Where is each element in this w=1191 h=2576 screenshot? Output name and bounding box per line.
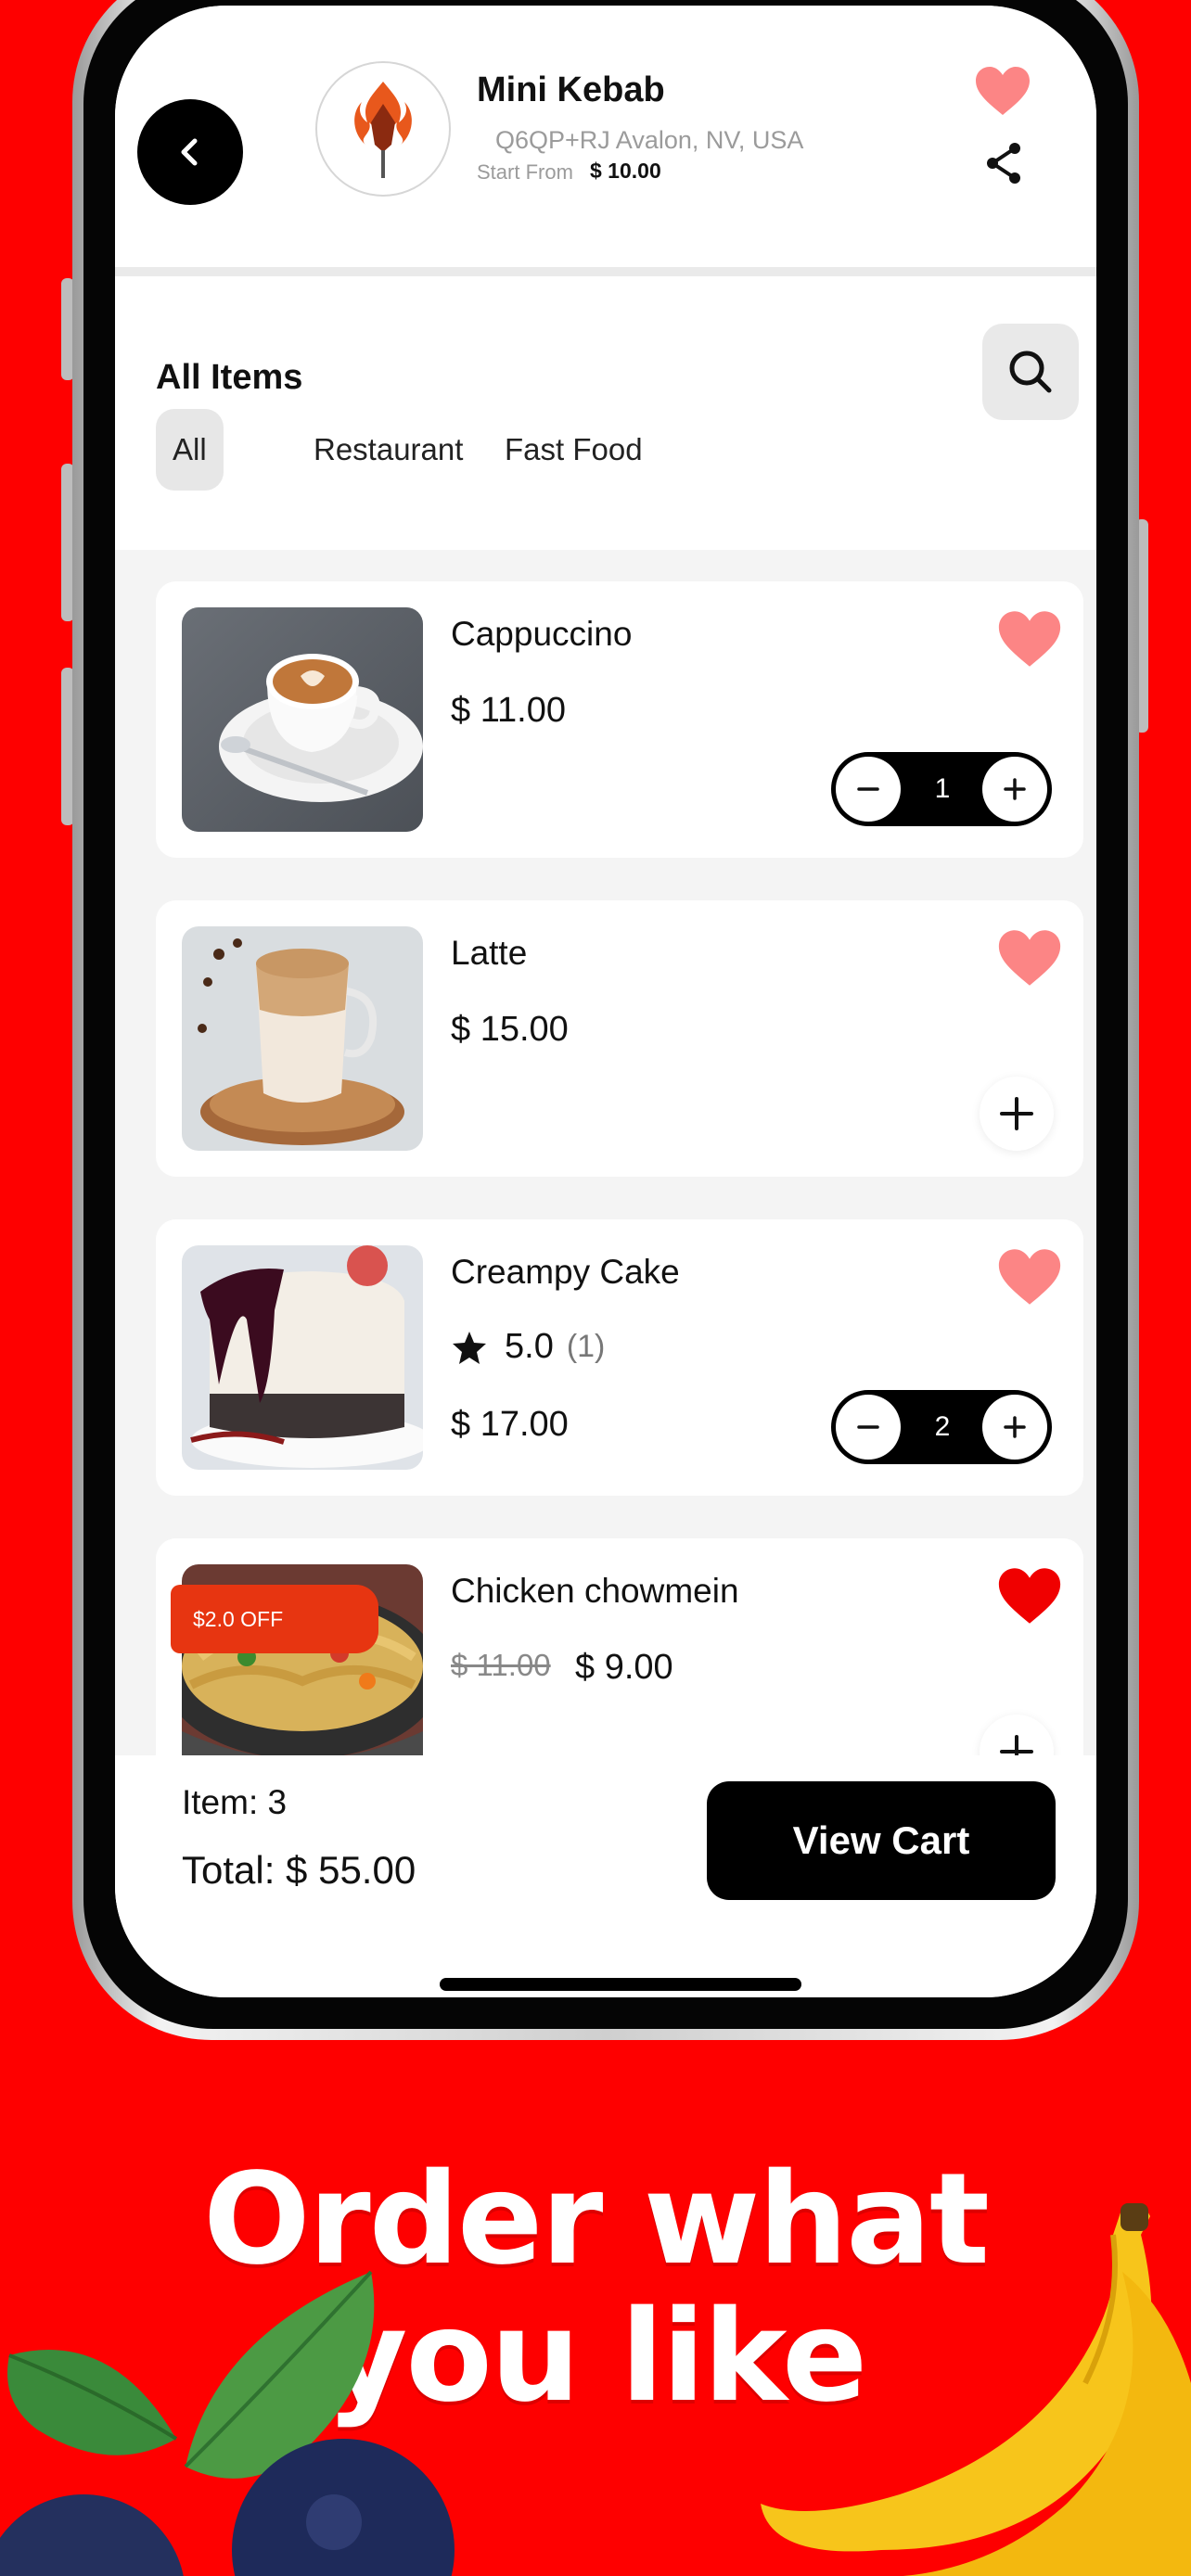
favorite-button[interactable]: [996, 1566, 1063, 1630]
category-chip-restaurant[interactable]: Restaurant: [297, 409, 480, 491]
phone-frame: Mini Kebab Q6QP+RJ Avalon, NV, USA Start…: [72, 0, 1139, 2040]
heart-icon: [998, 930, 1061, 986]
store-logo: [315, 61, 451, 197]
view-cart-button[interactable]: View Cart: [707, 1781, 1056, 1900]
favorite-button[interactable]: [996, 928, 1063, 992]
favorite-button[interactable]: [996, 609, 1063, 673]
store-address: Q6QP+RJ Avalon, NV, USA: [495, 126, 804, 154]
favorite-button[interactable]: [996, 1247, 1063, 1311]
quantity-stepper[interactable]: 1: [831, 752, 1052, 826]
section-title: All Items: [156, 358, 303, 397]
heart-icon: [998, 611, 1061, 667]
category-chip-fast-food[interactable]: Fast Food: [488, 409, 660, 491]
heart-filled-icon: [998, 1568, 1061, 1624]
kebab-logo-icon: [354, 82, 412, 178]
start-from-price: $ 10.00: [590, 159, 661, 183]
rating-count: (1): [566, 1329, 606, 1364]
product-price: $ 11.00: [451, 691, 566, 730]
cart-summary-bar: Item: 3 Total: $ 55.00 View Cart: [115, 1755, 1096, 1997]
discount-badge: $2.0 OFF: [171, 1585, 378, 1653]
search-button[interactable]: [982, 324, 1079, 420]
home-indicator[interactable]: [440, 1978, 801, 1991]
heart-icon: [998, 1249, 1061, 1305]
plus-icon: [1004, 778, 1026, 800]
plus-icon: [1000, 1097, 1033, 1130]
increment-button[interactable]: [982, 757, 1047, 822]
product-card[interactable]: $2.0 OFF Chicken chowmein $ 11.00 $ 9.00: [156, 1538, 1083, 1755]
product-image-latte: [182, 926, 423, 1151]
product-list[interactable]: Cappuccino $ 11.00 1 Latte $ 15.00 Cream…: [115, 550, 1096, 1755]
product-price: $ 17.00: [451, 1405, 569, 1444]
items-section-header: All Items All Restaurant Fast Food: [115, 276, 1096, 550]
product-card[interactable]: Creampy Cake 5.0 (1) $ 17.00 2: [156, 1219, 1083, 1496]
minus-icon: [857, 787, 879, 791]
promo-background: Mini Kebab Q6QP+RJ Avalon, NV, USA Start…: [0, 0, 1191, 2576]
product-image-creampy-cake: [182, 1245, 423, 1470]
start-from-label: Start From: [477, 160, 573, 184]
back-button[interactable]: [137, 99, 243, 205]
star-icon: [453, 1331, 486, 1364]
phone-bezel: Mini Kebab Q6QP+RJ Avalon, NV, USA Start…: [83, 0, 1128, 2029]
product-card[interactable]: Latte $ 15.00: [156, 900, 1083, 1177]
product-name: Latte: [451, 934, 528, 972]
quantity-stepper[interactable]: 2: [831, 1390, 1052, 1464]
plus-icon: [1004, 1416, 1026, 1438]
share-icon: [987, 143, 1020, 184]
header-divider: [115, 267, 1096, 276]
quantity-value: 2: [934, 1411, 951, 1442]
increment-button[interactable]: [982, 1395, 1047, 1460]
quantity-value: 1: [934, 773, 951, 804]
share-button[interactable]: [983, 141, 1024, 190]
product-image-cappuccino: [182, 607, 423, 832]
product-price: $ 15.00: [451, 1010, 569, 1049]
minus-icon: [857, 1425, 879, 1429]
cart-total: Total: $ 55.00: [182, 1848, 416, 1892]
banana-illustration: [761, 2203, 1191, 2576]
plus-icon: [1000, 1735, 1033, 1755]
add-to-cart-button[interactable]: [980, 1077, 1054, 1151]
decrement-button[interactable]: [836, 1395, 901, 1460]
product-name: Creampy Cake: [451, 1253, 680, 1291]
add-to-cart-button[interactable]: [980, 1715, 1054, 1755]
product-rating: 5.0 (1): [451, 1327, 605, 1367]
store-favorite-button[interactable]: [974, 65, 1031, 121]
product-old-price: $ 11.00: [451, 1648, 551, 1682]
product-name: Cappuccino: [451, 615, 633, 653]
category-chip-all[interactable]: All: [156, 409, 224, 491]
decrement-button[interactable]: [836, 757, 901, 822]
store-header: Mini Kebab Q6QP+RJ Avalon, NV, USA Start…: [115, 6, 1096, 267]
chevron-left-icon: [181, 138, 198, 166]
store-name: Mini Kebab: [477, 70, 665, 109]
product-image-chicken-chowmein: $2.0 OFF: [163, 1564, 442, 1755]
cart-item-count: Item: 3: [182, 1783, 288, 1821]
search-icon: [1009, 351, 1052, 393]
heart-icon: [976, 67, 1030, 115]
product-name: Chicken chowmein: [451, 1572, 739, 1610]
product-price: $ 9.00: [575, 1648, 673, 1687]
plum-leaves-illustration: [0, 2270, 455, 2576]
product-card[interactable]: Cappuccino $ 11.00 1: [156, 581, 1083, 858]
rating-value: 5.0: [505, 1327, 554, 1366]
phone-screen: Mini Kebab Q6QP+RJ Avalon, NV, USA Start…: [115, 6, 1096, 1997]
